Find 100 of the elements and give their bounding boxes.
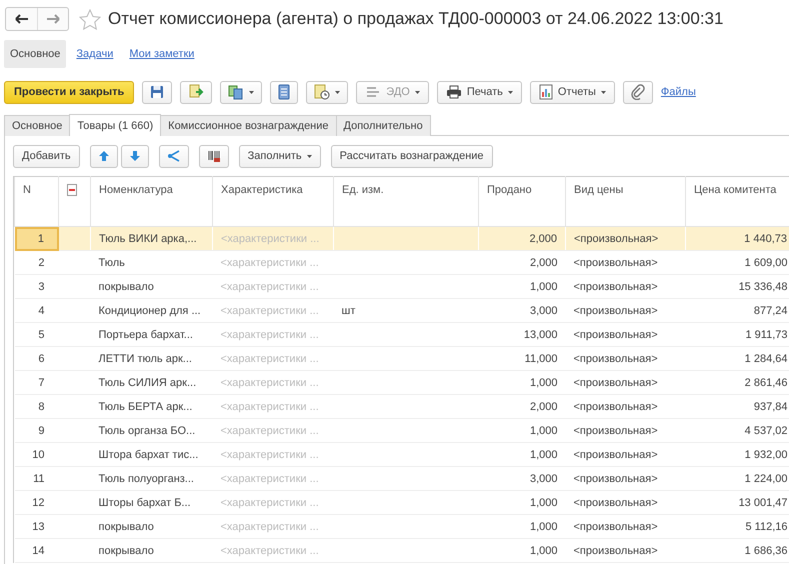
caret-icon	[600, 90, 606, 94]
characteristic-cell: <характеристики ...	[212, 250, 334, 274]
caret-icon	[508, 90, 513, 94]
document-button[interactable]	[180, 80, 212, 104]
price-cell: 937,84	[686, 394, 789, 418]
row-number-cell: 9	[14, 418, 58, 442]
price-type-cell: <произвольная>	[566, 226, 686, 250]
price-type-cell: <произвольная>	[566, 466, 686, 490]
price-type-cell: <произвольная>	[566, 298, 686, 322]
price-cell: 1 932,00	[686, 442, 789, 466]
document-menu-button[interactable]	[220, 80, 262, 104]
row-number-cell: 12	[14, 490, 58, 514]
section-tab[interactable]: Основное	[4, 40, 66, 68]
barcode-icon	[206, 149, 221, 163]
price-cell: 877,24	[686, 298, 789, 322]
sold-cell: 13,000	[478, 322, 566, 346]
table-row[interactable]: 2 Тюль <характеристики ... 2,000 <произвольная> 1 609,00	[14, 250, 789, 274]
table-row[interactable]: 5 Портьера бархат... <характеристики ... 13,000 <произвольная> 1 911,73	[14, 322, 789, 346]
tab[interactable]: Дополнительно	[336, 115, 431, 136]
table-row[interactable]: 10 Штора бархат тис... <характеристики ... 1,000 <произвольная> 1 932,00	[14, 442, 789, 466]
tab[interactable]: Товары (1 660)	[69, 114, 162, 136]
table-row[interactable]: 12 Шторы бархат Б... <характеристики ... 1,000 <произвольная> 13 001,47	[14, 490, 789, 514]
move-down-button[interactable]	[120, 144, 149, 168]
up-arrow-icon	[98, 150, 110, 162]
files-link[interactable]: Файлы	[660, 86, 696, 98]
sold-cell: 1,000	[478, 490, 566, 514]
price-type-cell: <произвольная>	[566, 394, 686, 418]
sold-cell: 1,000	[478, 370, 566, 394]
print-menu-button[interactable]: Печать	[436, 80, 522, 104]
price-type-cell: <произвольная>	[566, 370, 686, 394]
tab[interactable]: Комиссионное вознаграждение	[160, 115, 337, 136]
table-row[interactable]: 9 Тюль органза БО... <характеристики ... 1,000 <произвольная> 4 537,02	[14, 418, 789, 442]
fill-menu-button[interactable]: Заполнить	[238, 144, 321, 168]
price-cell: 1 686,36	[686, 538, 789, 562]
sold-cell: 1,000	[478, 418, 566, 442]
paperclip-button[interactable]	[622, 80, 653, 104]
printer-icon	[446, 85, 462, 99]
price-cell: 15 336,48	[686, 274, 789, 298]
reports-menu-button[interactable]: Отчеты	[530, 80, 615, 104]
nomenclature-cell: Портьера бархат...	[90, 322, 212, 346]
table-row[interactable]: 7 Тюль СИЛИЯ арк... <характеристики ... 1,000 <произвольная> 2 861,46	[14, 370, 789, 394]
characteristic-cell: <характеристики ...	[212, 418, 334, 442]
table-row[interactable]: 4 Кондиционер для ... <характеристики ... шт 3,000 <произвольная> 877,24	[14, 298, 789, 322]
nomenclature-cell: Тюль	[90, 250, 212, 274]
price-type-cell: <произвольная>	[566, 514, 686, 538]
row-number-cell: 8	[14, 394, 58, 418]
price-type-cell: <произвольная>	[566, 538, 686, 562]
list-button[interactable]	[270, 80, 298, 104]
row-number-cell: 1	[14, 226, 58, 250]
sold-cell: 1,000	[478, 274, 566, 298]
table-row[interactable]: 3 покрывало <характеристики ... 1,000 <произвольная> 15 336,48	[14, 274, 789, 298]
table-row[interactable]: 14 покрывало <характеристики ... 1,000 <произвольная> 1 686,36	[14, 538, 789, 562]
sold-cell: 2,000	[478, 226, 566, 250]
nomenclature-cell: Шторы бархат Б...	[90, 490, 212, 514]
unit-cell: шт	[334, 298, 478, 322]
tab[interactable]: Основное	[4, 115, 70, 136]
characteristic-cell: <характеристики ...	[212, 370, 334, 394]
sold-cell: 11,000	[478, 346, 566, 370]
split-button[interactable]	[158, 144, 189, 168]
table-row[interactable]: 13 покрывало <характеристики ... 1,000 <произвольная> 5 112,16	[14, 514, 789, 538]
characteristic-cell: <характеристики ...	[212, 346, 334, 370]
price-cell: 1 284,64	[686, 346, 789, 370]
price-cell: 1 911,73	[686, 322, 789, 346]
table-row[interactable]: 6 ЛЕТТИ тюль арк... <характеристики ... 11,000 <произвольная> 1 284,64	[14, 346, 789, 370]
document-menu-button[interactable]	[306, 80, 348, 104]
branch-icon	[166, 149, 181, 163]
back-arrow-icon	[14, 14, 28, 24]
nomenclature-cell: Кондиционер для ...	[90, 298, 212, 322]
price-cell: 1 440,73	[686, 226, 789, 250]
save-button[interactable]	[142, 80, 172, 104]
button-label: Отчеты	[558, 86, 596, 98]
sold-cell: 1,000	[478, 538, 566, 562]
paperclip-icon	[630, 84, 645, 100]
price-type-cell: <произвольная>	[566, 346, 686, 370]
calculate-button[interactable]: Рассчитать вознаграждение	[330, 144, 493, 168]
post-and-close-button[interactable]: Провести и закрыть	[4, 80, 134, 104]
row-number-cell: 6	[14, 346, 58, 370]
move-up-button[interactable]	[90, 144, 118, 168]
add-button[interactable]: Добавить	[13, 144, 80, 168]
sold-cell: 2,000	[478, 394, 566, 418]
section-tab[interactable]: Мои заметки	[123, 40, 200, 68]
nomenclature-cell: Тюль полуорганз...	[90, 466, 212, 490]
section-tab[interactable]: Задачи	[70, 40, 120, 68]
table-row[interactable]: 11 Тюль полуорганз... <характеристики ... 3,000 <произвольная> 1 224,00	[14, 466, 789, 490]
table-row[interactable]: 8 Тюль БЕРТА арк... <характеристики ... 2,000 <произвольная> 937,84	[14, 394, 789, 418]
table-row[interactable]: 1 Тюль ВИКИ арка,... <характеристики ... 2,000 <произвольная> 1 440,73	[14, 226, 789, 250]
price-type-cell: <произвольная>	[566, 490, 686, 514]
row-number-cell: 13	[14, 514, 58, 538]
barcode-button[interactable]	[198, 144, 229, 168]
bar-chart-icon	[538, 84, 553, 100]
price-cell: 1 609,00	[686, 250, 789, 274]
row-number-cell: 2	[14, 250, 58, 274]
row-number-cell: 14	[14, 538, 58, 562]
star-icon[interactable]	[79, 8, 101, 30]
sold-cell: 3,000	[478, 298, 566, 322]
characteristic-cell: <характеристики ...	[212, 298, 334, 322]
price-type-cell: <произвольная>	[566, 250, 686, 274]
nomenclature-cell: Тюль органза БО...	[90, 418, 212, 442]
column-header[interactable]: N	[14, 176, 58, 226]
characteristic-cell: <характеристики ...	[212, 442, 334, 466]
